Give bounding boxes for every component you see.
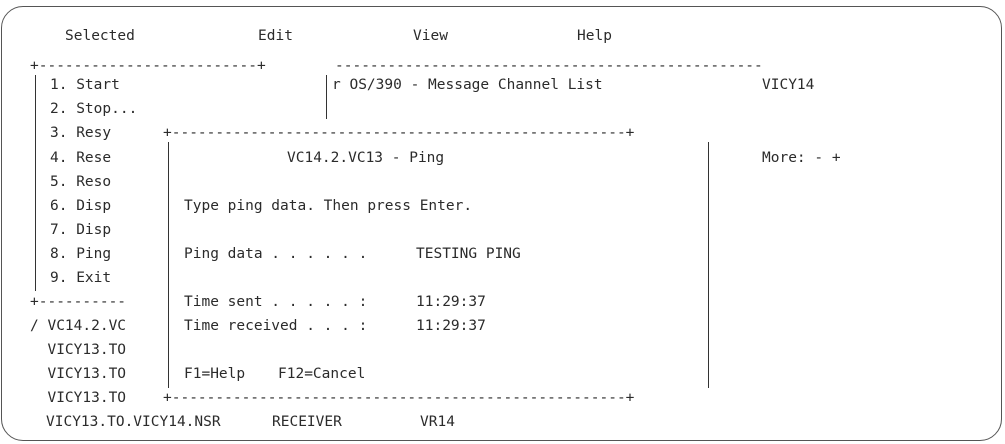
list-row-5-type: RECEIVER [272, 414, 342, 430]
f12-cancel-key[interactable]: F12=Cancel [278, 366, 365, 382]
dialog-left-border [168, 142, 169, 388]
list-row-1[interactable]: / VC14.2.VC [30, 318, 126, 334]
menu-help[interactable]: Help [577, 28, 612, 44]
menu-item-display-2[interactable]: 7. Disp [50, 222, 111, 238]
menu-item-exit[interactable]: 9. Exit [50, 270, 111, 286]
menu-item-reset[interactable]: 4. Rese [50, 150, 111, 166]
queue-manager-name: VICY14 [762, 77, 815, 93]
list-row-4[interactable]: VICY13.TO [30, 390, 126, 406]
menubar-divider-left: +-------------------------+ [30, 58, 266, 74]
ping-data-label: Ping data . . . . . . [184, 246, 368, 262]
list-row-3[interactable]: VICY13.TO [30, 366, 126, 382]
dialog-bottom-border: +---------------------------------------… [163, 390, 635, 406]
menu-item-display-1[interactable]: 6. Disp [50, 198, 111, 214]
f1-help-key[interactable]: F1=Help [184, 366, 245, 382]
time-sent-label: Time sent . . . . . : [184, 294, 368, 310]
menu-item-resync[interactable]: 3. Resy [50, 125, 111, 141]
time-received-label: Time received . . . : [184, 318, 368, 334]
dialog-title: VC14.2.VC13 - Ping [287, 150, 445, 166]
dialog-top-border: +---------------------------------------… [163, 125, 635, 141]
time-received-value: 11:29:37 [416, 318, 486, 334]
menu-item-ping[interactable]: 8. Ping [50, 246, 111, 262]
dialog-right-border [708, 142, 709, 388]
menu-item-resolve[interactable]: 5. Reso [50, 174, 111, 190]
terminal-screen: Selected Edit View Help +---------------… [0, 0, 1005, 444]
list-row-5-name[interactable]: VICY13.TO.VICY14.NSR [46, 414, 221, 430]
menu-edit[interactable]: Edit [258, 28, 293, 44]
list-row-5-disposition: VR14 [420, 414, 455, 430]
menubar-divider-right: ----------------------------------------… [335, 58, 763, 74]
list-row-2[interactable]: VICY13.TO [30, 342, 126, 358]
dropdown-bottom-border: +---------- [30, 294, 127, 310]
dialog-instruction: Type ping data. Then press Enter. [184, 198, 473, 214]
dropdown-left-border [35, 75, 36, 291]
dropdown-right-border [326, 75, 327, 119]
more-indicator: More: - + [762, 150, 841, 166]
menu-item-stop[interactable]: 2. Stop... [50, 101, 137, 117]
ping-data-field[interactable]: TESTING PING [416, 246, 521, 262]
panel-title: r OS/390 - Message Channel List [332, 77, 603, 93]
time-sent-value: 11:29:37 [416, 294, 486, 310]
menu-view[interactable]: View [413, 28, 448, 44]
menu-selected[interactable]: Selected [65, 28, 135, 44]
menu-item-start[interactable]: 1. Start [50, 77, 120, 93]
